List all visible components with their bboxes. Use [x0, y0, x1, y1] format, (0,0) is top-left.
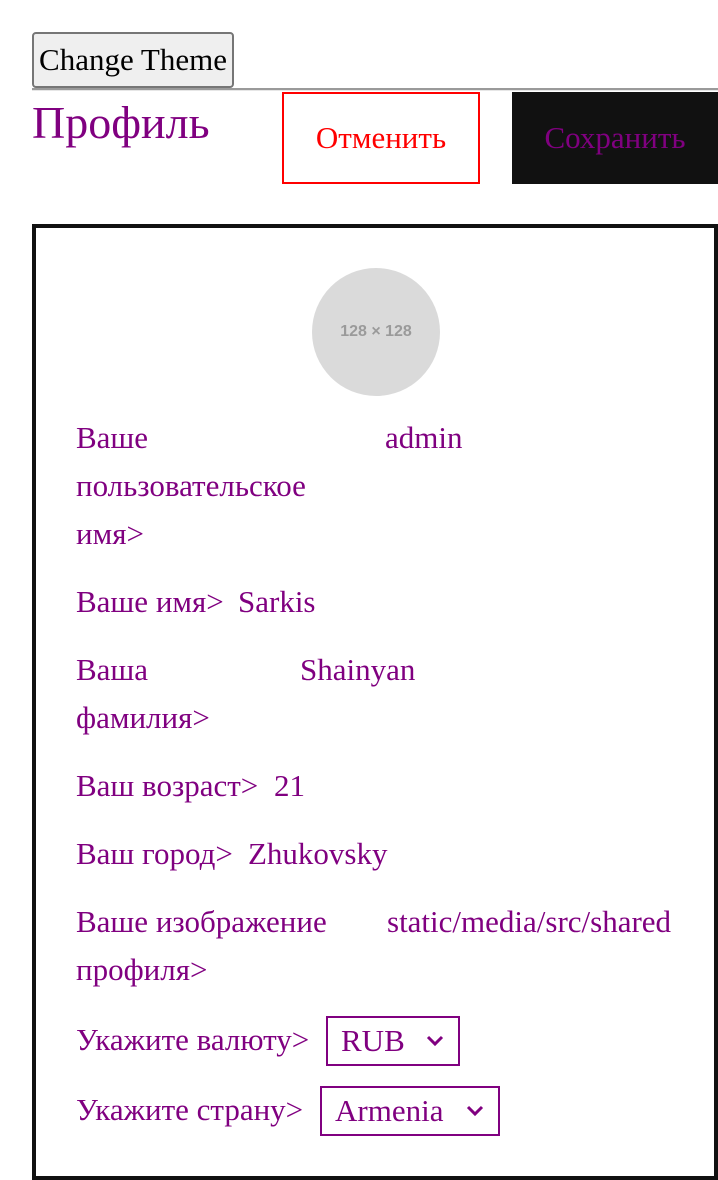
country-select[interactable]: Armenia — [320, 1086, 500, 1136]
chevron-down-icon — [466, 1105, 484, 1117]
chevron-down-icon — [426, 1035, 444, 1047]
first-name-value: Sarkis — [238, 584, 316, 619]
save-button[interactable]: Сохранить — [512, 92, 718, 184]
username-label: Ваше пользовательское имя> — [76, 420, 306, 551]
change-theme-button[interactable]: Change Theme — [32, 32, 234, 88]
age-label: Ваш возраст> — [76, 768, 259, 803]
currency-select[interactable]: RUB — [326, 1016, 460, 1066]
age-value: 21 — [274, 768, 305, 803]
last-name-value: Shainyan — [300, 652, 416, 687]
country-selected-value: Armenia — [335, 1093, 444, 1128]
last-name-label: Ваша фамилия> — [76, 652, 210, 735]
city-value: Zhukovsky — [248, 836, 388, 871]
avatar: 128 × 128 — [312, 268, 440, 396]
profile-image-value: static/media/src/shared — [387, 904, 672, 939]
profile-image-label: Ваше изображение профиля> — [76, 904, 327, 987]
username-value: admin — [385, 420, 463, 455]
currency-selected-value: RUB — [341, 1023, 405, 1058]
city-label: Ваш город> — [76, 836, 233, 871]
divider — [32, 88, 718, 91]
currency-label: Укажите валюту> — [76, 1022, 310, 1057]
avatar-placeholder-text: 128 × 128 — [340, 323, 412, 340]
page-title: Профиль — [32, 97, 210, 148]
first-name-label: Ваше имя> — [76, 584, 224, 619]
country-label: Укажите страну> — [76, 1092, 304, 1127]
cancel-button[interactable]: Отменить — [282, 92, 480, 184]
